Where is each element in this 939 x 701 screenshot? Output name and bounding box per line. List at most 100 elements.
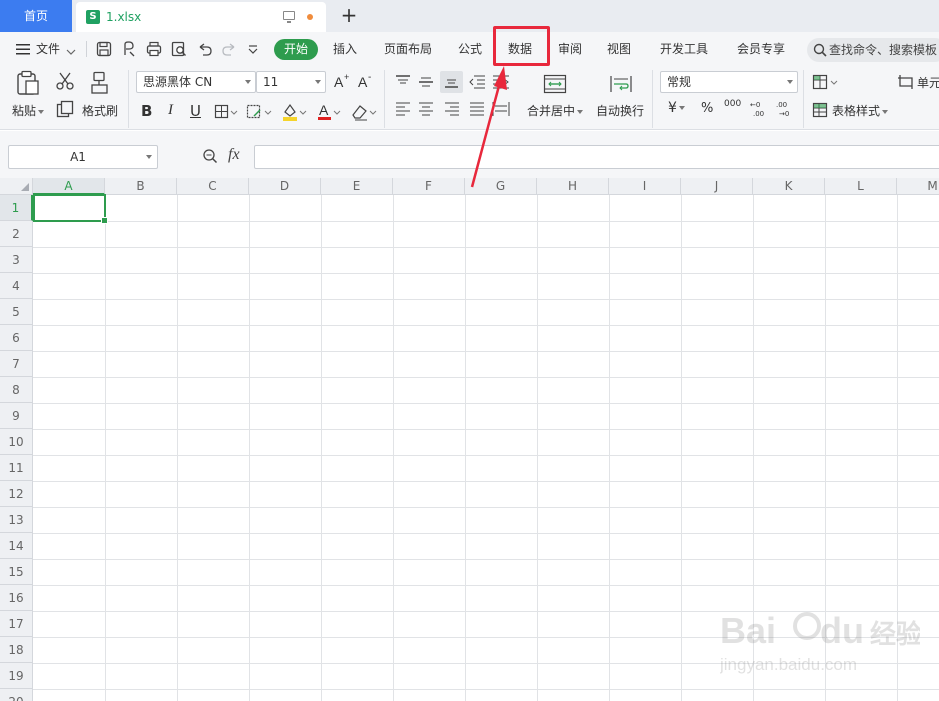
font-color-icon[interactable]: A — [316, 102, 342, 125]
justify-icon[interactable] — [469, 102, 485, 119]
row-header-18[interactable]: 18 — [0, 637, 33, 663]
monitor-icon[interactable] — [283, 11, 295, 23]
row-header-13[interactable]: 13 — [0, 507, 33, 533]
tab-formulas[interactable]: 公式 — [458, 32, 482, 66]
tab-developer[interactable]: 开发工具 — [660, 32, 708, 66]
row-header-19[interactable]: 19 — [0, 663, 33, 689]
column-header-k[interactable]: K — [753, 178, 825, 195]
customize-toolbar-icon[interactable] — [247, 43, 259, 58]
conditional-format-icon[interactable] — [812, 74, 840, 93]
merge-center-button[interactable]: 合并居中 — [527, 102, 584, 119]
row-header-9[interactable]: 9 — [0, 403, 33, 429]
formula-input[interactable] — [254, 145, 939, 169]
tab-home-start[interactable]: 开始 — [274, 39, 318, 60]
align-right-icon[interactable] — [444, 102, 460, 119]
align-center-icon[interactable] — [418, 102, 434, 119]
bold-icon[interactable]: B — [141, 102, 152, 120]
row-header-16[interactable]: 16 — [0, 585, 33, 611]
table-style-button[interactable]: 表格样式 — [832, 102, 889, 119]
tab-page-layout[interactable]: 页面布局 — [384, 32, 432, 66]
row-header-1[interactable]: 1 — [0, 195, 33, 221]
font-size-select[interactable]: 11 — [256, 71, 326, 93]
row-header-14[interactable]: 14 — [0, 533, 33, 559]
print-preview-icon[interactable] — [171, 41, 187, 60]
clear-format-icon[interactable] — [350, 102, 378, 125]
row-header-7[interactable]: 7 — [0, 351, 33, 377]
hamburger-menu-icon[interactable] — [16, 43, 30, 55]
align-top-icon[interactable] — [395, 75, 411, 92]
format-painter-label[interactable]: 格式刷 — [82, 102, 118, 119]
align-bottom-icon[interactable] — [440, 71, 463, 93]
tab-review[interactable]: 审阅 — [558, 32, 582, 66]
align-left-icon[interactable] — [395, 102, 411, 119]
command-search-box[interactable]: 查找命令、搜索模板 — [807, 38, 939, 62]
paste-button[interactable]: 粘贴 — [12, 102, 45, 119]
cell-icon[interactable] — [897, 74, 915, 93]
row-header-10[interactable]: 10 — [0, 429, 33, 455]
thousands-separator-icon[interactable]: 000 — [724, 99, 741, 109]
merge-center-icon[interactable] — [543, 74, 567, 97]
grow-font-icon[interactable]: A + — [333, 72, 351, 93]
underline-icon[interactable]: U — [190, 102, 201, 120]
column-header-h[interactable]: H — [537, 178, 609, 195]
cell-style-icon[interactable] — [246, 104, 272, 123]
row-header-15[interactable]: 15 — [0, 559, 33, 585]
italic-icon[interactable]: I — [168, 102, 173, 119]
distributed-align-icon[interactable] — [492, 101, 510, 120]
row-header-4[interactable]: 4 — [0, 273, 33, 299]
decrease-decimal-icon[interactable]: .00 →0 — [776, 100, 794, 121]
new-tab-button[interactable]: + — [338, 3, 360, 27]
active-cell-a1[interactable] — [33, 194, 108, 224]
chevron-down-icon[interactable] — [66, 45, 76, 59]
select-all-corner[interactable] — [0, 178, 33, 195]
row-header-6[interactable]: 6 — [0, 325, 33, 351]
fill-color-icon[interactable] — [281, 102, 307, 125]
row-header-8[interactable]: 8 — [0, 377, 33, 403]
decrease-indent-icon[interactable] — [468, 74, 486, 93]
tab-home[interactable]: 首页 — [0, 0, 72, 32]
column-header-e[interactable]: E — [321, 178, 393, 195]
redo-icon[interactable] — [221, 41, 237, 60]
save-icon[interactable] — [96, 41, 112, 60]
increase-indent-icon[interactable] — [492, 74, 510, 93]
borders-icon[interactable] — [214, 104, 238, 123]
table-style-icon[interactable] — [812, 102, 828, 121]
tab-file-1xlsx[interactable]: S 1.xlsx — [76, 2, 326, 32]
row-header-3[interactable]: 3 — [0, 247, 33, 273]
column-header-b[interactable]: B — [105, 178, 177, 195]
format-painter-icon[interactable] — [90, 71, 110, 98]
file-menu[interactable]: 文件 — [36, 32, 60, 66]
row-header-5[interactable]: 5 — [0, 299, 33, 325]
row-header-11[interactable]: 11 — [0, 455, 33, 481]
column-header-g[interactable]: G — [465, 178, 537, 195]
cut-icon[interactable] — [56, 72, 74, 93]
column-header-a[interactable]: A — [33, 178, 105, 195]
copy-icon[interactable] — [56, 100, 74, 121]
row-header-12[interactable]: 12 — [0, 481, 33, 507]
column-header-f[interactable]: F — [393, 178, 465, 195]
align-middle-icon[interactable] — [418, 75, 434, 92]
column-header-j[interactable]: J — [681, 178, 753, 195]
currency-icon[interactable]: ¥ — [668, 100, 685, 116]
percent-icon[interactable]: % — [701, 101, 713, 116]
wrap-text-icon[interactable] — [609, 74, 633, 97]
name-box[interactable]: A1 — [8, 145, 158, 169]
row-header-2[interactable]: 2 — [0, 221, 33, 247]
shrink-font-icon[interactable]: A- — [357, 72, 375, 93]
export-pdf-icon[interactable] — [121, 41, 137, 60]
tab-member[interactable]: 会员专享 — [737, 32, 785, 66]
tab-insert[interactable]: 插入 — [333, 32, 357, 66]
column-header-c[interactable]: C — [177, 178, 249, 195]
number-format-select[interactable]: 常规 — [660, 71, 798, 93]
column-header-d[interactable]: D — [249, 178, 321, 195]
undo-icon[interactable] — [197, 41, 213, 60]
column-header-m[interactable]: M — [897, 178, 939, 195]
insert-function-icon[interactable]: fx — [228, 146, 240, 164]
row-header-20[interactable]: 20 — [0, 689, 33, 701]
print-icon[interactable] — [146, 41, 162, 60]
paste-icon[interactable] — [16, 70, 40, 99]
row-header-17[interactable]: 17 — [0, 611, 33, 637]
wrap-text-label[interactable]: 自动换行 — [596, 102, 644, 119]
font-name-select[interactable]: 思源黑体 CN — [136, 71, 256, 93]
column-header-l[interactable]: L — [825, 178, 897, 195]
